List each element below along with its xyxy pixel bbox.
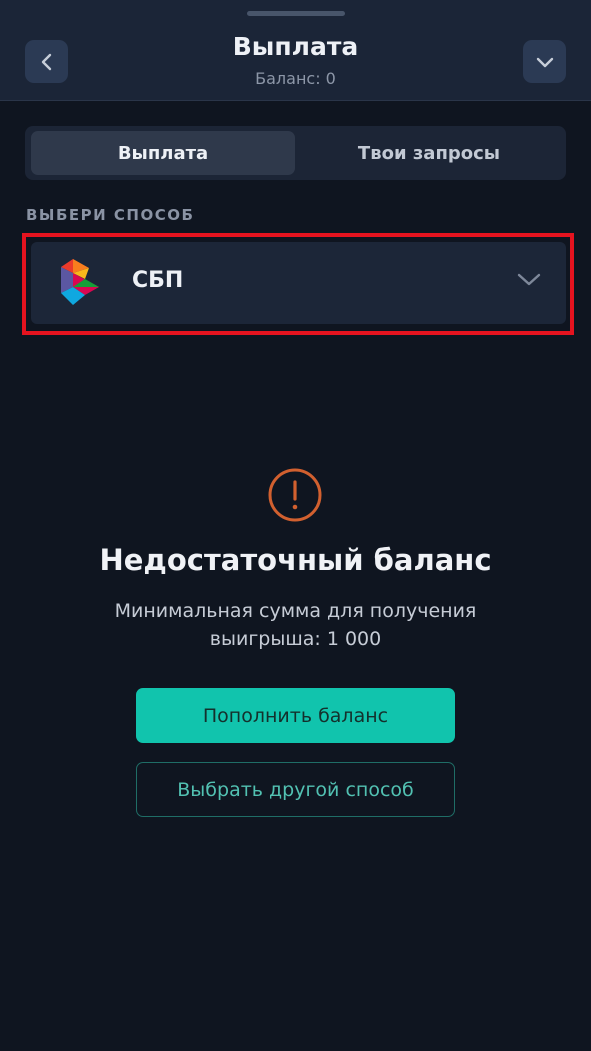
header: Выплата Баланс: 0 — [0, 0, 591, 101]
chevron-down-icon — [536, 57, 553, 67]
exclamation-circle-icon — [268, 468, 322, 522]
tab-bar: Выплата Твои запросы — [25, 126, 566, 180]
warning-title: Недостаточный баланс — [99, 543, 492, 577]
method-section-label: ВЫБЕРИ СПОСОБ — [26, 206, 195, 224]
drag-handle[interactable] — [247, 11, 345, 16]
tab-my-requests[interactable]: Твои запросы — [297, 131, 561, 175]
balance-text: Баланс: 0 — [255, 69, 336, 88]
page-title: Выплата — [232, 32, 359, 61]
choose-other-method-button[interactable]: Выбрать другой способ — [136, 762, 455, 817]
collapse-button[interactable] — [523, 40, 566, 83]
warning-message: Минимальная сумма для получения выигрыша… — [114, 600, 477, 650]
payment-method-name: СБП — [132, 268, 184, 293]
chevron-down-icon — [517, 273, 541, 286]
payment-method-select[interactable]: СБП — [31, 242, 566, 324]
sbp-logo-icon — [61, 259, 99, 305]
top-up-balance-button[interactable]: Пополнить баланс — [136, 688, 455, 743]
tab-payout[interactable]: Выплата — [31, 131, 295, 175]
